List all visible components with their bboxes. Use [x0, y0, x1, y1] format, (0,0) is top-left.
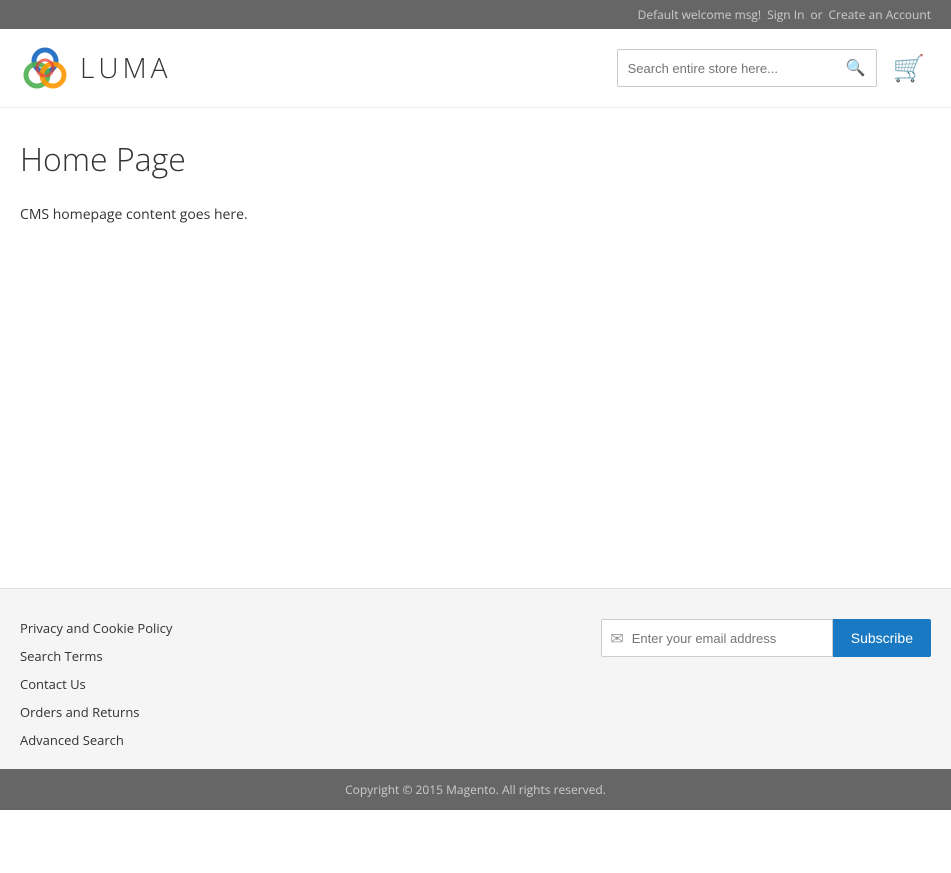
footer-link-orders-returns[interactable]: Orders and Returns: [20, 703, 172, 721]
newsletter-input-wrap: ✉: [601, 619, 832, 657]
newsletter-email-input[interactable]: [632, 620, 832, 656]
header: LUMA 🔍 🛒: [0, 29, 951, 108]
search-box: 🔍: [617, 49, 877, 87]
cart-button[interactable]: 🛒: [887, 53, 931, 84]
page-title: Home Page: [20, 138, 931, 181]
welcome-message: Default welcome msg!: [638, 6, 761, 23]
search-button[interactable]: 🔍: [836, 50, 876, 86]
logo-link[interactable]: LUMA: [20, 43, 171, 93]
footer-link-privacy-policy[interactable]: Privacy and Cookie Policy: [20, 619, 172, 637]
search-icon: 🔍: [846, 60, 866, 77]
signin-link[interactable]: Sign In: [767, 6, 804, 23]
luma-logo-icon: [20, 43, 70, 93]
header-right: 🔍 🛒: [617, 49, 931, 87]
logo-text: LUMA: [80, 49, 171, 87]
create-account-link[interactable]: Create an Account: [829, 6, 931, 23]
footer-link-advanced-search[interactable]: Advanced Search: [20, 731, 172, 749]
footer-link-contact-us[interactable]: Contact Us: [20, 675, 172, 693]
footer-links: Privacy and Cookie Policy Search Terms Con…: [20, 619, 172, 749]
mail-icon: ✉: [602, 627, 631, 649]
newsletter-area: ✉ Subscribe: [601, 619, 931, 657]
footer: Privacy and Cookie Policy Search Terms Con…: [0, 588, 951, 769]
top-bar: Default welcome msg! Sign In or Create a…: [0, 0, 951, 29]
search-input[interactable]: [618, 53, 836, 84]
main-content: Home Page CMS homepage content goes here…: [0, 108, 951, 588]
cart-icon: 🛒: [893, 53, 925, 83]
footer-inner: Privacy and Cookie Policy Search Terms Con…: [20, 619, 931, 749]
page-body-text: CMS homepage content goes here.: [20, 205, 931, 224]
copyright-text: Copyright © 2015 Magento. All rights res…: [345, 781, 606, 798]
footer-link-search-terms[interactable]: Search Terms: [20, 647, 172, 665]
or-separator: or: [810, 6, 822, 23]
subscribe-button[interactable]: Subscribe: [833, 619, 931, 657]
bottom-bar: Copyright © 2015 Magento. All rights res…: [0, 769, 951, 810]
